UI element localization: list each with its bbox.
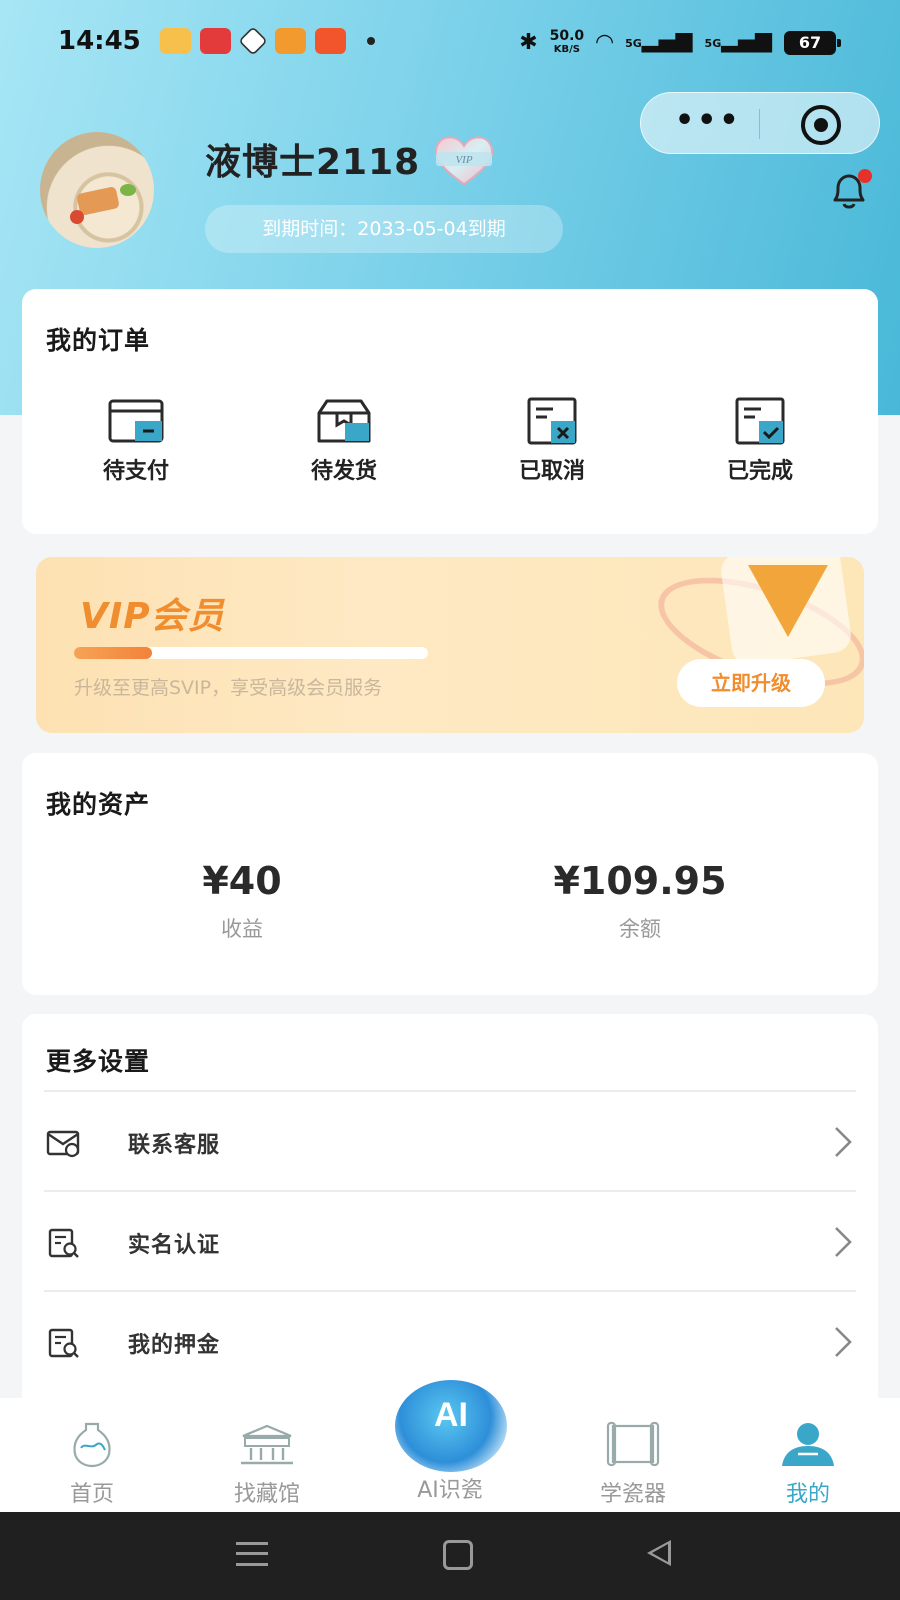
orders-title: 我的订单 xyxy=(46,321,175,360)
mail-icon xyxy=(46,1130,80,1158)
vase-icon xyxy=(73,1422,111,1468)
asset-amount: ¥40 xyxy=(202,859,282,903)
settings-card: 更多设置 联系客服 实名认证 我的押金 xyxy=(22,1014,878,1434)
cancel-doc-icon xyxy=(527,397,577,445)
username: 液博士2118 xyxy=(205,142,421,183)
order-label: 已取消 xyxy=(518,459,585,484)
setting-real-name-verification[interactable]: 实名认证 xyxy=(44,1190,856,1290)
order-label: 待支付 xyxy=(102,459,169,484)
orders-card: 我的订单 待支付 待发货 已取消 已完成 xyxy=(22,289,878,534)
avatar[interactable] xyxy=(40,132,154,248)
avatar-food xyxy=(76,186,120,216)
system-indicators: ✱ 50.0 KB/S ◠ 5G▂▄▆ 5G▂▄▆ 67 xyxy=(519,26,841,59)
order-pending-shipment[interactable]: 待发货 xyxy=(284,397,404,485)
signal-2-label: 5G xyxy=(704,37,722,50)
vip-progress-bar xyxy=(74,647,428,659)
network-speed-unit: KB/S xyxy=(553,43,581,55)
tab-mine[interactable]: 我的 xyxy=(743,1420,873,1508)
love-app-icon xyxy=(200,28,231,54)
network-speed: 50.0 KB/S xyxy=(549,27,585,56)
notification-dot xyxy=(858,169,872,183)
tab-label: 首页 xyxy=(69,1482,114,1507)
ai-badge-text: AI xyxy=(434,1396,468,1434)
vip-description: 升级至更高SVIP，享受高级会员服务 xyxy=(74,677,383,699)
status-bar: 14:45 ✱ 50.0 KB/S ◠ 5G▂▄▆ 5G▂▄▆ 67 xyxy=(0,0,900,84)
user-icon xyxy=(782,1423,834,1466)
setting-label: 我的押金 xyxy=(128,1333,221,1358)
asset-label: 收益 xyxy=(221,917,263,941)
asset-earnings[interactable]: ¥40 收益 xyxy=(92,859,392,943)
tab-label: 我的 xyxy=(785,1482,830,1507)
tab-learn-porcelain[interactable]: 学瓷器 xyxy=(568,1420,698,1508)
id-search-icon xyxy=(48,1228,79,1258)
order-pending-payment[interactable]: 待支付 xyxy=(76,397,196,485)
diamond-app-icon xyxy=(238,26,268,56)
signal-1-label: 5G xyxy=(625,37,642,50)
vip-banner[interactable]: VIP会员 升级至更高SVIP，享受高级会员服务 立即升级 xyxy=(36,557,864,733)
order-completed[interactable]: 已完成 xyxy=(700,397,820,485)
avatar-tomato xyxy=(70,210,84,224)
asset-balance[interactable]: ¥109.95 余额 xyxy=(490,859,790,943)
asset-amount: ¥109.95 xyxy=(553,859,727,903)
ai-recognize-button[interactable]: AI xyxy=(395,1380,507,1472)
setting-my-deposit[interactable]: 我的押金 xyxy=(44,1290,856,1390)
close-target-icon[interactable] xyxy=(801,105,841,145)
tab-ai-recognize-label[interactable]: AI识瓷 xyxy=(390,1472,510,1504)
status-time: 14:45 xyxy=(58,26,141,56)
notification-app-icons xyxy=(160,26,375,56)
chevron-right-icon xyxy=(835,1127,852,1157)
miniprogram-capsule: ••• xyxy=(640,92,880,154)
shopping-app-icon xyxy=(160,28,191,54)
tab-find-museum[interactable]: 找藏馆 xyxy=(202,1420,332,1508)
more-notifications-dot xyxy=(367,37,375,45)
order-label: 已完成 xyxy=(726,459,793,484)
notification-bell-icon[interactable] xyxy=(826,168,872,214)
signal-icon-2: 5G▂▄▆ xyxy=(704,28,772,53)
chevron-right-icon xyxy=(835,1227,852,1257)
assets-card: 我的资产 ¥40 收益 ¥109.95 余额 xyxy=(22,753,878,995)
signal-icon-1: 5G▂▄▆ xyxy=(625,28,693,53)
card-icon xyxy=(108,399,164,443)
vip-progress-fill xyxy=(74,647,152,659)
order-cancelled[interactable]: 已取消 xyxy=(492,397,612,485)
expire-date-pill: 到期时间：2033-05-04到期 xyxy=(205,205,563,253)
network-speed-value: 50.0 xyxy=(549,27,585,44)
assets-title: 我的资产 xyxy=(46,785,175,824)
asset-label: 余额 xyxy=(619,917,661,941)
tab-label: 找藏馆 xyxy=(233,1482,300,1507)
vip-badge-text: VIP xyxy=(455,154,472,166)
setting-label: 实名认证 xyxy=(128,1233,221,1258)
calendar-app-icon xyxy=(275,28,306,54)
tab-home[interactable]: 首页 xyxy=(27,1420,157,1508)
id-search-icon xyxy=(48,1328,79,1358)
vip-heart-icon: VIP xyxy=(434,136,494,186)
system-navigation-bar xyxy=(0,1512,900,1600)
done-doc-icon xyxy=(735,397,785,445)
vip-title: VIP会员 xyxy=(80,596,225,637)
more-menu-icon[interactable]: ••• xyxy=(675,103,742,139)
vip-v-logo-icon xyxy=(748,565,828,637)
chevron-right-icon xyxy=(835,1327,852,1357)
museum-icon xyxy=(241,1424,293,1465)
setting-label: 联系客服 xyxy=(128,1133,221,1158)
box-icon xyxy=(317,399,371,443)
home-icon[interactable] xyxy=(443,1540,473,1570)
recent-apps-icon[interactable] xyxy=(236,1542,268,1566)
tab-label: 学瓷器 xyxy=(599,1482,666,1507)
avatar-greens xyxy=(120,184,136,196)
order-label: 待发货 xyxy=(310,459,377,484)
battery-icon: 67 xyxy=(784,30,841,55)
settings-title: 更多设置 xyxy=(46,1042,175,1081)
back-icon[interactable] xyxy=(647,1540,671,1566)
setting-contact-support[interactable]: 联系客服 xyxy=(44,1090,856,1190)
taobao-app-icon xyxy=(315,28,346,54)
upgrade-button[interactable]: 立即升级 xyxy=(677,659,825,707)
wifi-icon: ◠ xyxy=(596,29,614,55)
bluetooth-icon: ✱ xyxy=(519,29,538,55)
scroll-icon xyxy=(606,1421,660,1467)
capsule-divider xyxy=(759,109,760,139)
